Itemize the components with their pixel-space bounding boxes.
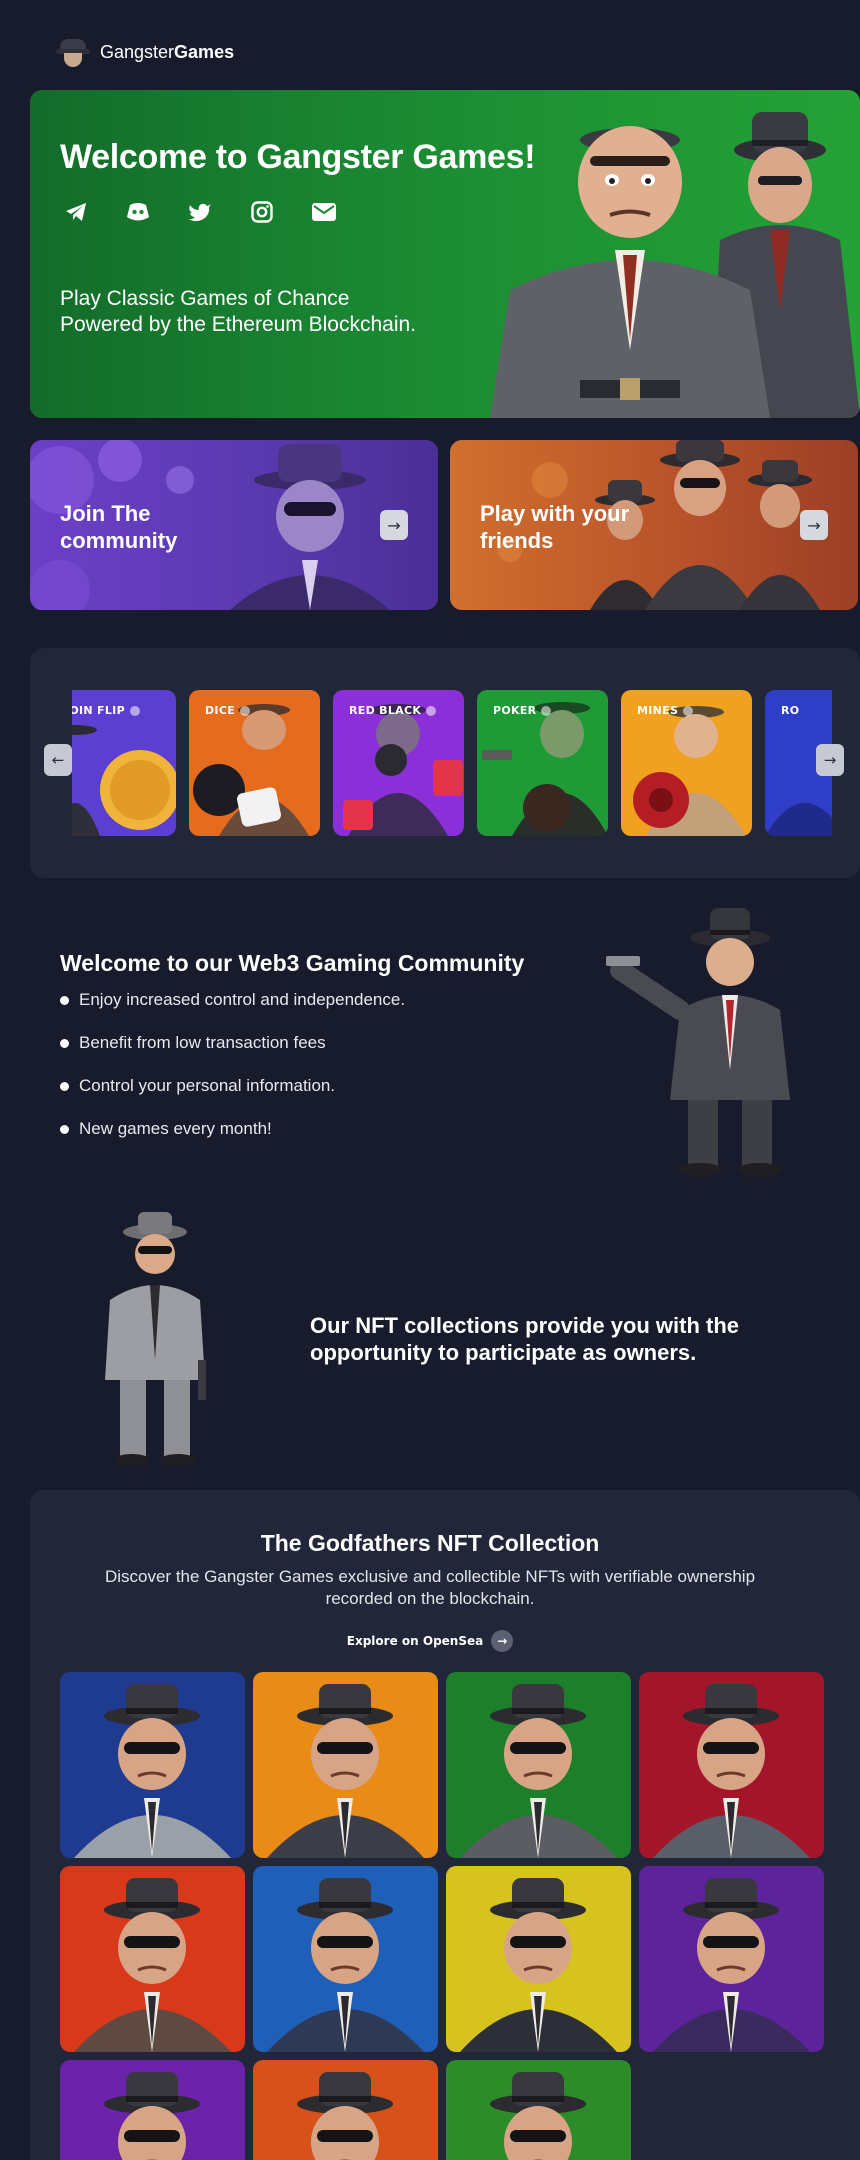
collection-description: Discover the Gangster Games exclusive an…	[104, 1567, 756, 1608]
nft-gangster-illustration	[446, 1866, 631, 2052]
list-item: Enjoy increased control and independence…	[60, 990, 405, 1033]
play-with-friends-label: Play with your friends	[480, 501, 630, 553]
nft-card[interactable]	[446, 2060, 631, 2160]
nft-gangster-illustration	[253, 2060, 438, 2160]
play-with-friends-card[interactable]: Play with your friends →	[450, 440, 858, 610]
arrow-right-icon: →	[491, 1630, 514, 1652]
game-label: MINES	[637, 704, 694, 717]
nft-gangster-illustration	[639, 1672, 824, 1858]
nft-card[interactable]	[60, 1866, 245, 2052]
list-item: Control your personal information.	[60, 1076, 405, 1119]
nft-card[interactable]	[253, 1672, 438, 1858]
info-icon	[240, 705, 251, 716]
hero-tagline: Play Classic Games of Chance Powered by …	[60, 287, 417, 336]
nft-card[interactable]	[446, 1672, 631, 1858]
gangster-logo-icon[interactable]	[56, 35, 90, 69]
game-card-dice[interactable]: DICE	[189, 690, 320, 836]
info-icon	[129, 705, 140, 716]
mail-icon[interactable]	[308, 196, 340, 228]
game-label: COIN FLIP	[72, 704, 140, 717]
bullet-icon	[60, 1082, 69, 1091]
nft-card[interactable]	[446, 1866, 631, 2052]
brand-name[interactable]: GangsterGames	[100, 42, 234, 63]
discord-icon[interactable]	[122, 196, 154, 228]
game-label: RED BLACK	[349, 704, 437, 717]
hero-title: Welcome to Gangster Games!	[60, 138, 536, 176]
nft-gangster-illustration	[60, 1672, 245, 1858]
social-links	[60, 196, 340, 228]
list-item: New games every month!	[60, 1119, 405, 1162]
arrow-right-icon[interactable]: →	[380, 510, 408, 540]
explore-opensea-link[interactable]: Explore on OpenSea →	[30, 1630, 830, 1652]
game-card-poker[interactable]: POKER	[477, 690, 608, 836]
game-card-coin-flip[interactable]: COIN FLIP	[72, 690, 176, 836]
twitter-icon[interactable]	[184, 196, 216, 228]
telegram-icon[interactable]	[60, 196, 92, 228]
game-card-mines[interactable]: MINES	[621, 690, 752, 836]
info-icon	[541, 705, 552, 716]
nft-card[interactable]	[253, 1866, 438, 2052]
collection-title: The Godfathers NFT Collection	[260, 1530, 600, 1556]
nft-card[interactable]	[639, 1672, 824, 1858]
nft-gangster-illustration	[446, 2060, 631, 2160]
grey-suit-gangster-illustration	[105, 1212, 206, 1466]
carousel-prev-button[interactable]: ←	[44, 744, 72, 776]
list-item: Benefit from low transaction fees	[60, 1033, 405, 1076]
game-label: POKER	[493, 704, 552, 717]
join-community-label: Join The community	[60, 501, 178, 553]
gangster-with-gun-illustration	[606, 908, 790, 1177]
hero-banner: Welcome to Gangster Games! Play Classic …	[30, 90, 860, 418]
nft-gangster-illustration	[60, 2060, 245, 2160]
arrow-right-icon[interactable]: →	[800, 510, 828, 540]
info-icon	[426, 705, 437, 716]
nft-card[interactable]	[253, 2060, 438, 2160]
nft-card[interactable]	[60, 1672, 245, 1858]
nft-gangster-illustration	[253, 1866, 438, 2052]
games-track: COIN FLIP DICE RED BLACK POKER MINES RO	[72, 690, 832, 836]
game-label: RO	[781, 704, 800, 717]
bullet-icon	[60, 1125, 69, 1134]
bullet-icon	[60, 1039, 69, 1048]
bullet-icon	[60, 996, 69, 1005]
community-benefits-list: Enjoy increased control and independence…	[60, 990, 405, 1162]
nft-card[interactable]	[60, 2060, 245, 2160]
instagram-icon[interactable]	[246, 196, 278, 228]
nft-card[interactable]	[639, 1866, 824, 2052]
game-label: DICE	[205, 704, 251, 717]
nft-owners-message: Our NFT collections provide you with the…	[310, 1313, 740, 1365]
site-header: GangsterGames	[56, 30, 234, 74]
nft-gangster-illustration	[60, 1866, 245, 2052]
game-card-red-black[interactable]: RED BLACK	[333, 690, 464, 836]
info-icon	[683, 705, 694, 716]
nft-gangster-illustration	[446, 1672, 631, 1858]
carousel-next-button[interactable]: →	[816, 744, 844, 776]
games-carousel: ← → COIN FLIP DICE RED BLACK POKER MINES…	[30, 648, 860, 878]
join-community-card[interactable]: Join The community →	[30, 440, 438, 610]
nft-gangster-illustration	[253, 1672, 438, 1858]
community-title: Welcome to our Web3 Gaming Community	[60, 950, 525, 976]
nft-gangster-illustration	[639, 1866, 824, 2052]
nft-collection-section: The Godfathers NFT Collection Discover t…	[30, 1490, 860, 2160]
